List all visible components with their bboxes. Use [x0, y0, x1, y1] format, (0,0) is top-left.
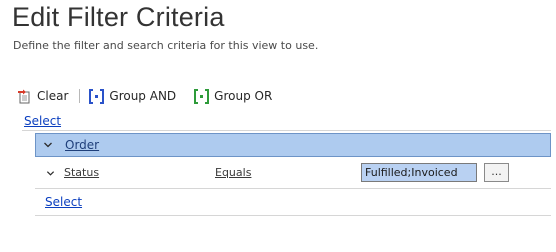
condition-operator[interactable]: Equals — [215, 166, 251, 179]
group-and-icon — [89, 88, 105, 104]
page-subtitle: Define the filter and search criteria fo… — [13, 39, 319, 52]
group-and-button[interactable]: Group AND — [89, 88, 177, 104]
divider-bottom — [35, 215, 551, 216]
clear-button[interactable]: Clear — [17, 89, 68, 104]
group-or-icon — [194, 88, 210, 104]
divider-top — [22, 130, 551, 131]
page-title: Edit Filter Criteria — [12, 2, 225, 32]
filter-toolbar: Clear Group AND Group OR — [17, 86, 272, 106]
divider-row — [35, 188, 551, 189]
filter-condition-row: Status Equals Fulfilled;Invoiced ... — [35, 162, 551, 184]
chevron-down-icon[interactable] — [46, 169, 55, 178]
condition-field[interactable]: Status — [64, 166, 99, 179]
toolbar-separator — [79, 89, 81, 103]
filter-group-order[interactable]: Order — [35, 133, 551, 157]
condition-value-input[interactable]: Fulfilled;Invoiced — [361, 163, 477, 182]
group-and-label: Group AND — [109, 89, 177, 103]
group-or-label: Group OR — [214, 89, 273, 103]
group-label-order[interactable]: Order — [65, 138, 99, 152]
clear-icon — [18, 89, 30, 103]
lookup-button[interactable]: ... — [484, 163, 509, 182]
select-link-bottom[interactable]: Select — [45, 195, 82, 209]
select-link-top[interactable]: Select — [24, 114, 61, 128]
chevron-down-icon[interactable] — [43, 140, 53, 150]
group-or-button[interactable]: Group OR — [194, 88, 273, 104]
clear-label: Clear — [37, 89, 69, 103]
